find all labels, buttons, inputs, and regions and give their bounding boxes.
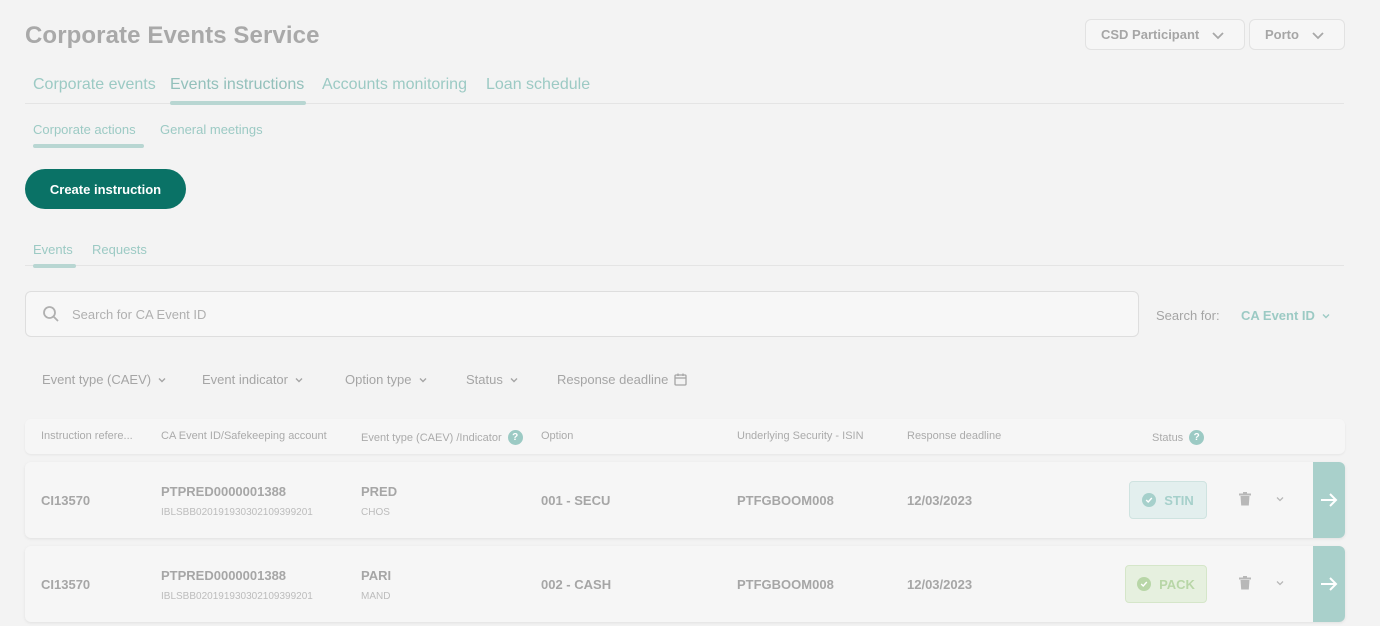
list-tabs: Events Requests <box>25 242 1344 266</box>
search-for-label: Search for: <box>1156 308 1220 323</box>
chevron-down-icon[interactable] <box>1275 578 1285 588</box>
location-select-value: Porto <box>1265 27 1299 42</box>
cell-account: IBLSBB020191930302109399201 <box>161 591 313 602</box>
filter-label: Option type <box>345 372 412 387</box>
search-for-select[interactable]: CA Event ID <box>1241 308 1331 323</box>
col-status-label: Status <box>1152 431 1184 444</box>
cell-event-id: PTPRED0000001388 <box>161 568 287 583</box>
cell-isin: PTFGBOOM008 <box>737 493 834 508</box>
subtab-general-meetings[interactable]: General meetings <box>160 122 263 137</box>
chevron-down-icon <box>158 377 166 382</box>
search-input[interactable] <box>72 306 972 322</box>
tab-accounts-monitoring[interactable]: Accounts monitoring <box>322 76 467 94</box>
filter-event-type[interactable]: Event type (CAEV) <box>42 372 167 387</box>
status-text: PACK <box>1159 576 1195 592</box>
arrow-right-icon <box>1321 493 1338 507</box>
filter-label: Event indicator <box>202 372 288 387</box>
chevron-down-icon <box>1312 31 1324 39</box>
cell-event-type: PARI <box>361 568 392 583</box>
tab-events-instructions[interactable]: Events instructions <box>170 76 304 94</box>
filter-status[interactable]: Status <box>466 372 519 387</box>
cell-ref: CI13570 <box>41 493 91 508</box>
active-subtab-indicator <box>33 144 144 148</box>
subtab-corporate-actions[interactable]: Corporate actions <box>33 122 136 137</box>
table-row[interactable]: CI13570 PTPRED0000001388 IBLSBB020191930… <box>25 546 1345 622</box>
participant-select[interactable]: CSD Participant <box>1085 19 1245 50</box>
chevron-down-icon <box>419 377 426 382</box>
chevron-down-icon <box>1212 31 1224 39</box>
search-box <box>25 291 1139 337</box>
cell-deadline: 12/03/2023 <box>907 493 973 508</box>
participant-select-value: CSD Participant <box>1101 27 1200 42</box>
main-tabs: Corporate events Events instructions Acc… <box>25 76 1344 105</box>
active-tab-indicator <box>170 101 306 105</box>
cell-option: 002 - CASH <box>541 577 612 592</box>
chevron-down-icon[interactable] <box>1275 494 1285 504</box>
col-status: Status ? <box>1152 430 1205 445</box>
check-circle-icon <box>1142 493 1157 507</box>
cell-ref: CI13570 <box>41 577 91 592</box>
cell-deadline: 12/03/2023 <box>907 577 973 592</box>
tab-requests[interactable]: Requests <box>92 242 147 257</box>
chevron-down-icon <box>295 377 303 382</box>
table-header: Instruction refere... CA Event ID/Safeke… <box>25 419 1345 454</box>
trash-icon[interactable] <box>1239 492 1251 506</box>
arrow-right-icon <box>1321 577 1338 591</box>
check-circle-icon <box>1137 577 1152 591</box>
col-event-type: Event type (CAEV) /Indicator ? <box>361 430 523 445</box>
filter-response-deadline[interactable]: Response deadline <box>557 372 687 387</box>
trash-icon[interactable] <box>1239 576 1251 590</box>
status-badge: STIN <box>1129 481 1207 519</box>
col-option: Option <box>541 430 574 442</box>
col-event-type-label: Event type (CAEV) /Indicator <box>361 431 502 444</box>
chevron-down-icon <box>1322 313 1330 318</box>
status-text: STIN <box>1164 492 1194 508</box>
col-instruction-ref: Instruction refere... <box>41 430 133 442</box>
help-icon[interactable]: ? <box>1189 430 1205 445</box>
col-ca-event-id: CA Event ID/Safekeeping account <box>161 430 327 442</box>
open-row-button[interactable] <box>1313 462 1345 538</box>
col-isin: Underlying Security - ISIN <box>737 430 864 442</box>
filter-label: Status <box>466 372 503 387</box>
col-response-deadline: Response deadline <box>907 430 1002 442</box>
location-select[interactable]: Porto <box>1249 19 1345 50</box>
search-icon <box>43 306 59 322</box>
calendar-icon <box>674 373 687 386</box>
cell-indicator: MAND <box>361 591 391 602</box>
cell-indicator: CHOS <box>361 507 390 518</box>
cell-option: 001 - SECU <box>541 493 611 508</box>
tab-loan-schedule[interactable]: Loan schedule <box>486 76 590 94</box>
open-row-button[interactable] <box>1313 546 1345 622</box>
filter-label: Event type (CAEV) <box>42 372 152 387</box>
cell-event-type: PRED <box>361 484 398 499</box>
tab-events[interactable]: Events <box>33 242 73 257</box>
search-for-value: CA Event ID <box>1241 308 1315 323</box>
page-title: Corporate Events Service <box>25 22 320 49</box>
filter-label: Response deadline <box>557 372 669 387</box>
cell-isin: PTFGBOOM008 <box>737 577 834 592</box>
cell-account: IBLSBB020191930302109399201 <box>161 507 313 518</box>
active-list-tab-indicator <box>33 264 76 268</box>
table-row[interactable]: CI13570 PTPRED0000001388 IBLSBB020191930… <box>25 462 1345 538</box>
filter-event-indicator[interactable]: Event indicator <box>202 372 304 387</box>
chevron-down-icon <box>510 377 518 382</box>
filter-option-type[interactable]: Option type <box>345 372 428 387</box>
help-icon[interactable]: ? <box>507 430 523 445</box>
cell-event-id: PTPRED0000001388 <box>161 484 287 499</box>
tab-corporate-events[interactable]: Corporate events <box>33 76 156 94</box>
status-badge: PACK <box>1125 565 1207 603</box>
create-instruction-button[interactable]: Create instruction <box>25 169 186 209</box>
